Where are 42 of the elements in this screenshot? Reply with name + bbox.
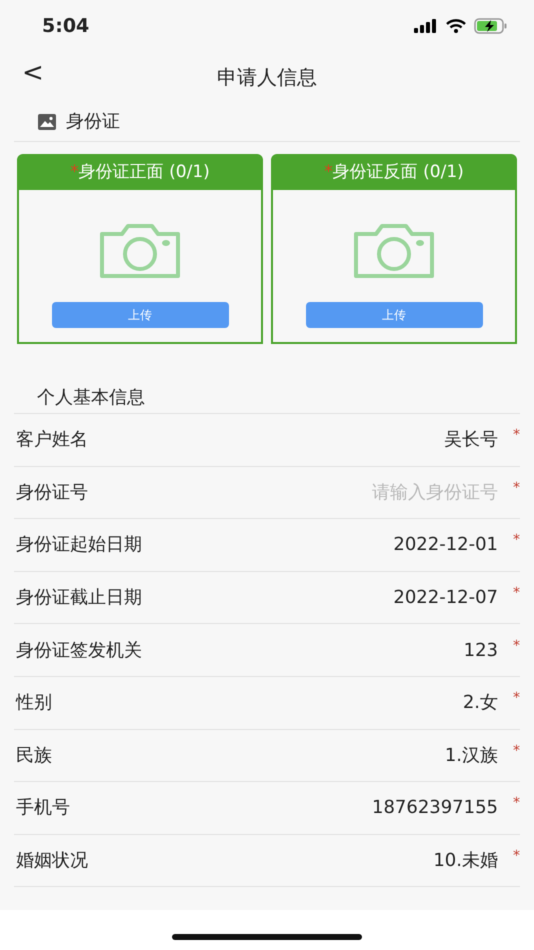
- field-label: 客户姓名: [16, 428, 88, 452]
- field-label: 身份证起始日期: [16, 533, 142, 558]
- back-button[interactable]: <: [18, 60, 48, 86]
- required-mark: *: [324, 161, 333, 184]
- upload-label: 身份证反面 (0/1): [332, 161, 464, 184]
- signal-icon: [414, 19, 438, 33]
- input-field[interactable]: 123: [258, 636, 498, 664]
- field-label: 身份证号: [16, 480, 88, 505]
- image-icon: [38, 114, 56, 130]
- section-title: 个人基本信息: [37, 386, 145, 410]
- camera-icon: [97, 222, 183, 280]
- field-label: 身份证截止日期: [16, 586, 142, 610]
- required-mark: *: [512, 689, 520, 708]
- required-mark: *: [512, 426, 520, 446]
- input-field[interactable]: 18762397155: [258, 794, 498, 822]
- input-field[interactable]: 1.汉族: [258, 742, 498, 769]
- page-title: 申请人信息: [217, 64, 317, 91]
- required-mark: *: [512, 794, 520, 814]
- required-mark: *: [512, 478, 520, 498]
- battery-charging-icon: [474, 18, 508, 34]
- input-field[interactable]: 2022-12-07: [258, 584, 498, 612]
- section-title: 身份证: [66, 110, 120, 134]
- field-label: 性别: [16, 691, 52, 716]
- required-mark: *: [512, 742, 520, 761]
- input-field[interactable]: 2022-12-01: [258, 531, 498, 558]
- required-mark: *: [512, 531, 520, 550]
- input-field[interactable]: 吴长号: [258, 426, 498, 454]
- input-field[interactable]: 请输入身份证号: [258, 478, 498, 506]
- field-label: 身份证签发机关: [16, 638, 142, 663]
- wifi-icon: [446, 19, 466, 33]
- input-field[interactable]: 2.女: [258, 689, 498, 716]
- camera-icon: [351, 222, 437, 280]
- field-label: 婚姻状况: [16, 849, 88, 874]
- required-mark: *: [512, 636, 520, 656]
- required-mark: *: [512, 584, 520, 604]
- field-label: 手机号: [16, 796, 70, 820]
- input-field[interactable]: 10.未婚: [258, 847, 498, 874]
- field-label: 民族: [16, 744, 52, 768]
- required-mark: *: [512, 847, 520, 866]
- required-mark: *: [70, 161, 79, 184]
- status-time: 5:04: [42, 14, 90, 39]
- upload-label: 身份证正面 (0/1): [78, 161, 210, 184]
